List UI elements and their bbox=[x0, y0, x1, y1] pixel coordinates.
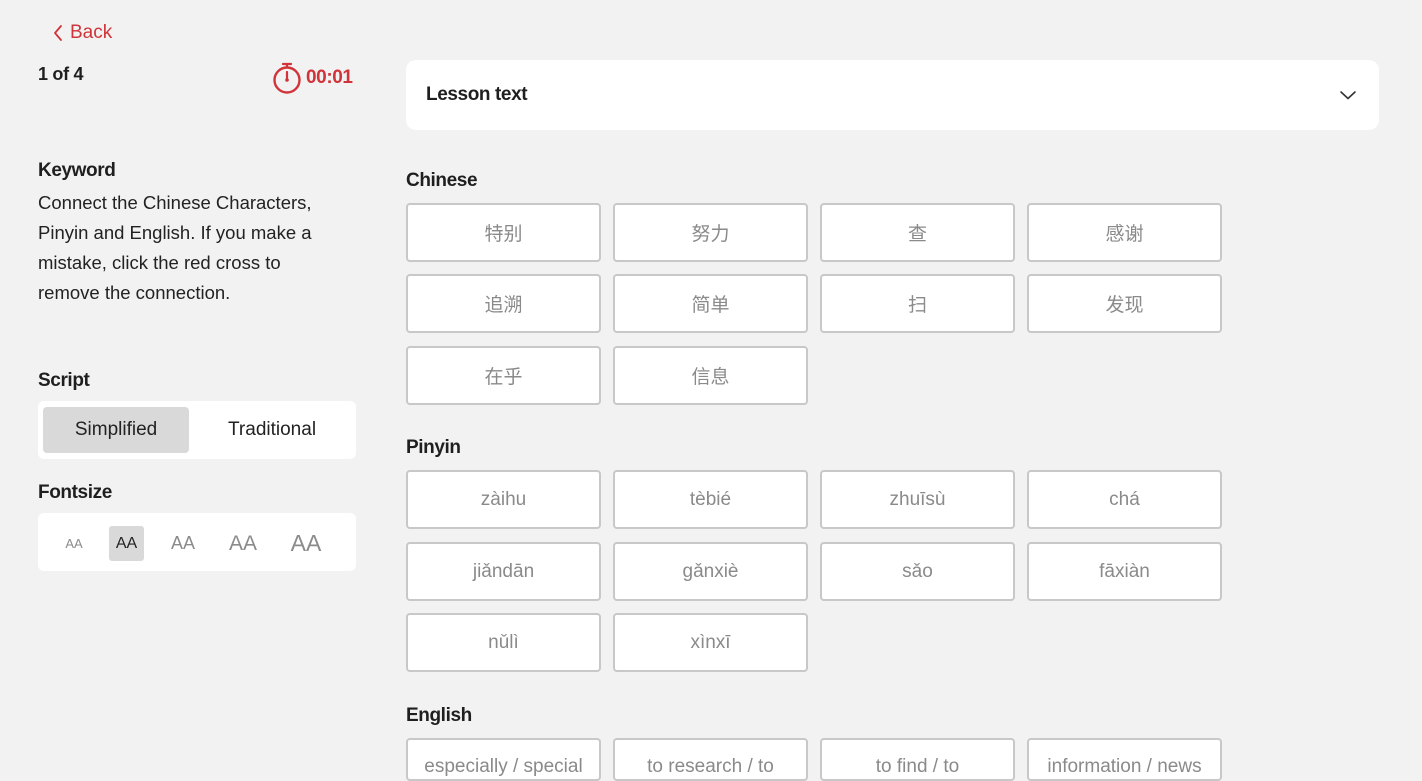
page: Back 1 of 4 00:01 Keyword Connect the Ch… bbox=[0, 0, 1422, 781]
timer: 00:01 bbox=[272, 62, 353, 94]
keyword-instructions: Connect the Chinese Characters, Pinyin a… bbox=[38, 192, 312, 303]
chinese-tile[interactable]: 简单 bbox=[613, 274, 808, 333]
english-tile[interactable]: information / news bbox=[1027, 738, 1222, 781]
question-progress: 1 of 4 bbox=[38, 64, 84, 84]
pinyin-tile[interactable]: zhuīsù bbox=[820, 470, 1015, 529]
script-option-simplified[interactable]: Simplified bbox=[43, 407, 190, 453]
pinyin-tile[interactable]: xìnxī bbox=[613, 613, 808, 672]
pinyin-tile[interactable]: jiǎndān bbox=[406, 542, 601, 601]
script-section: Script Simplified Traditional bbox=[38, 370, 356, 459]
stopwatch-icon bbox=[273, 62, 301, 94]
pinyin-tile[interactable]: gǎnxiè bbox=[613, 542, 808, 601]
chinese-tile[interactable]: 追溯 bbox=[406, 274, 601, 333]
script-title: Script bbox=[38, 370, 90, 391]
lesson-text-label: Lesson text bbox=[426, 84, 528, 105]
keyword-title: Keyword bbox=[38, 160, 116, 181]
pinyin-tile[interactable]: chá bbox=[1027, 470, 1222, 529]
english-group-title: English bbox=[406, 705, 472, 726]
back-label: Back bbox=[70, 22, 113, 43]
chinese-tile[interactable]: 在乎 bbox=[406, 346, 601, 405]
chinese-tile[interactable]: 努力 bbox=[613, 203, 808, 262]
script-toggle: Simplified Traditional bbox=[38, 401, 356, 459]
chevron-down-icon bbox=[1340, 91, 1356, 100]
pinyin-tile[interactable]: nǔlì bbox=[406, 613, 601, 672]
fontsize-option-m[interactable]: AA bbox=[164, 526, 202, 561]
fontsize-section: Fontsize AA AA AA AA AA bbox=[38, 482, 356, 571]
fontsize-title: Fontsize bbox=[38, 482, 112, 503]
pinyin-tile[interactable]: zàihu bbox=[406, 470, 601, 529]
pinyin-tile[interactable]: sǎo bbox=[820, 542, 1015, 601]
english-tile[interactable]: especially / special bbox=[406, 738, 601, 781]
timer-value: 00:01 bbox=[306, 67, 353, 88]
chinese-tile[interactable]: 发现 bbox=[1027, 274, 1222, 333]
english-tile[interactable]: to research / to bbox=[613, 738, 808, 781]
chinese-group-title: Chinese bbox=[406, 170, 478, 191]
pinyin-group-title: Pinyin bbox=[406, 437, 461, 458]
chinese-tile[interactable]: 查 bbox=[820, 203, 1015, 262]
chinese-tile[interactable]: 信息 bbox=[613, 346, 808, 405]
chinese-tile[interactable]: 特别 bbox=[406, 203, 601, 262]
chinese-tile[interactable]: 扫 bbox=[820, 274, 1015, 333]
fontsize-selector: AA AA AA AA AA bbox=[38, 513, 356, 571]
chevron-left-icon bbox=[54, 25, 62, 41]
fontsize-option-xs[interactable]: AA bbox=[58, 526, 90, 561]
fontsize-option-xl[interactable]: AA bbox=[284, 526, 328, 561]
fontsize-option-s[interactable]: AA bbox=[109, 526, 144, 561]
keyword-section: Keyword Connect the Chinese Characters, … bbox=[38, 160, 338, 308]
pinyin-tile[interactable]: tèbié bbox=[613, 470, 808, 529]
english-tile[interactable]: to find / to bbox=[820, 738, 1015, 781]
script-option-traditional[interactable]: Traditional bbox=[193, 407, 351, 453]
pinyin-tile[interactable]: fāxiàn bbox=[1027, 542, 1222, 601]
fontsize-option-l[interactable]: AA bbox=[222, 526, 264, 561]
back-button[interactable]: Back bbox=[52, 22, 112, 44]
chinese-tile[interactable]: 感谢 bbox=[1027, 203, 1222, 262]
lesson-text-accordion[interactable]: Lesson text bbox=[406, 60, 1379, 130]
